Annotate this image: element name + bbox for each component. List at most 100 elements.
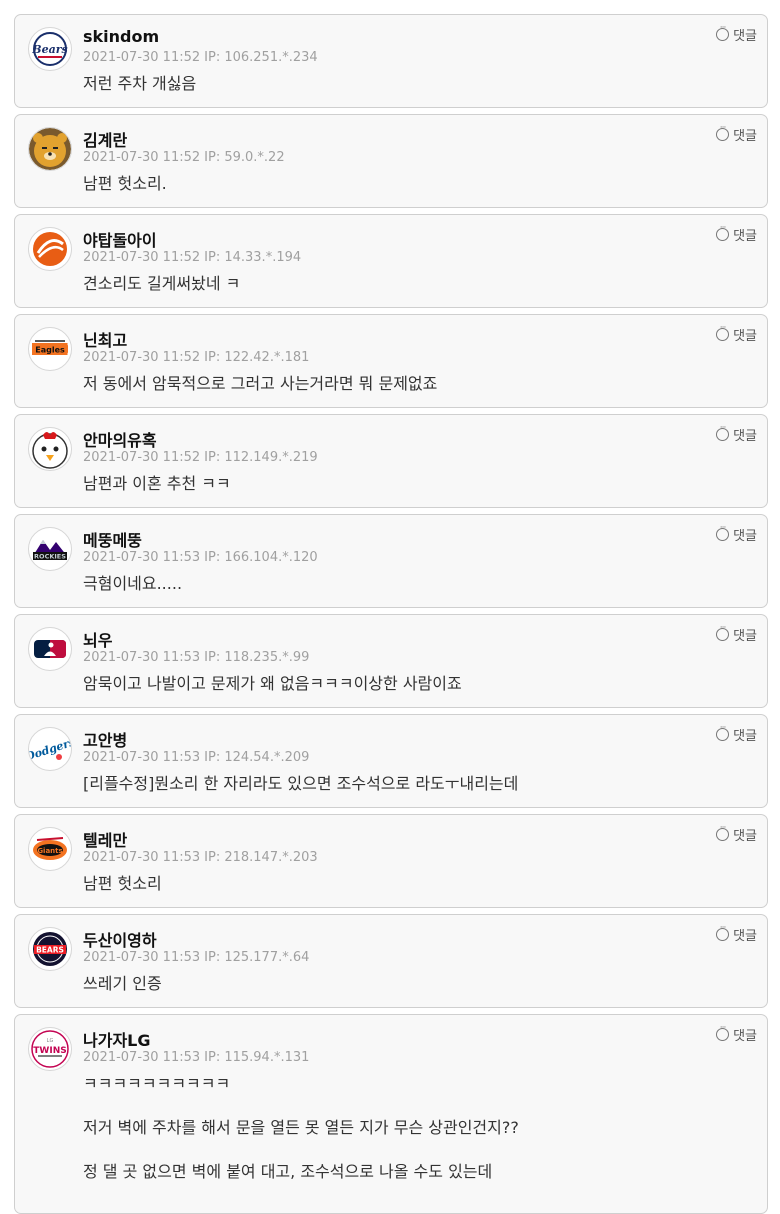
comment-author[interactable]: 안마의유혹 [83, 427, 157, 451]
reply-label: 댓글 [733, 229, 757, 244]
reply-label: 댓글 [733, 29, 757, 44]
comment-author[interactable]: 고안병 [83, 727, 127, 751]
reply-button[interactable]: 댓글 [716, 1023, 757, 1044]
reply-label: 댓글 [733, 429, 757, 444]
speech-bubble-icon [716, 923, 730, 941]
comment-ip: IP: 218.147.*.203 [204, 850, 318, 865]
comment-card: 뇌우 2021-07-30 11:53 IP: 118.235.*.99 암묵이고 나… [14, 614, 768, 708]
comment-card: LG TWINS 나가자LG 2021-07-30 11:53 IP: 115.94.*… [14, 1014, 768, 1214]
svg-text:LG: LG [47, 1038, 54, 1044]
speech-bubble-icon [716, 1023, 730, 1041]
comment-author[interactable]: 두산이영하 [83, 927, 157, 951]
bears-script-icon: Bears [31, 30, 69, 68]
comment-meta: 2021-07-30 11:52 IP: 14.33.*.194 [83, 250, 301, 265]
team-emblem-avatar [28, 427, 72, 471]
reply-button[interactable]: 댓글 [716, 223, 757, 244]
comment-ip: IP: 115.94.*.131 [204, 1050, 310, 1065]
comment-ip: IP: 125.177.*.64 [204, 950, 310, 965]
comment-ip: IP: 122.42.*.181 [204, 350, 310, 365]
reply-label: 댓글 [733, 629, 757, 644]
comment-author[interactable]: skindom [83, 27, 159, 46]
comment-author[interactable]: 텔레만 [83, 827, 127, 851]
comment-date: 2021-07-30 11:53 [83, 750, 201, 765]
comment-ip: IP: 106.251.*.234 [204, 50, 318, 65]
comment-author[interactable]: 닌최고 [83, 327, 127, 351]
reply-label: 댓글 [733, 829, 757, 844]
orange-swirl-icon [33, 232, 67, 266]
comment-meta: 2021-07-30 11:52 IP: 106.251.*.234 [83, 50, 318, 65]
reply-button[interactable]: 댓글 [716, 23, 757, 44]
comment-card: Bears skindom 2021-07-30 11:52 IP: 106.251.… [14, 14, 768, 108]
speech-bubble-icon [716, 823, 730, 841]
comment-ip: IP: 112.149.*.219 [204, 450, 318, 465]
dodgers-icon: Dodgers [29, 735, 71, 764]
comment-card: Eagles 닌최고 2021-07-30 11:52 IP: 122.42.*.18… [14, 314, 768, 408]
reply-button[interactable]: 댓글 [716, 923, 757, 944]
speech-bubble-icon [716, 623, 730, 641]
comment-ip: IP: 166.104.*.120 [204, 550, 318, 565]
rockies-icon: ROCKIES [33, 540, 67, 561]
speech-bubble-icon [716, 723, 730, 741]
reply-button[interactable]: 댓글 [716, 523, 757, 544]
reply-button[interactable]: 댓글 [716, 723, 757, 744]
comment-body: 남편 헛소리 [83, 874, 162, 893]
comment-ip: IP: 124.54.*.209 [204, 750, 310, 765]
reply-label: 댓글 [733, 129, 757, 144]
chicken-face-icon [32, 432, 68, 469]
comment-meta: 2021-07-30 11:53 IP: 124.54.*.209 [83, 750, 309, 765]
speech-bubble-icon [716, 323, 730, 341]
team-emblem-avatar: ROCKIES [28, 527, 72, 571]
comment-body: 쓰레기 인증 [83, 974, 162, 993]
speech-bubble-icon [716, 223, 730, 241]
reply-button[interactable]: 댓글 [716, 123, 757, 144]
team-emblem-avatar: Dodgers [28, 727, 72, 771]
comment-meta: 2021-07-30 11:53 IP: 115.94.*.131 [83, 1050, 309, 1065]
giants-icon: Giants [33, 837, 67, 860]
reply-button[interactable]: 댓글 [716, 323, 757, 344]
reply-label: 댓글 [733, 929, 757, 944]
comment-author[interactable]: 뇌우 [83, 627, 112, 651]
team-emblem-avatar [28, 127, 72, 171]
bear-face-icon [29, 128, 71, 170]
comment-author[interactable]: 야탑돌아이 [83, 227, 157, 251]
comment-card: 야탑돌아이 2021-07-30 11:52 IP: 14.33.*.194 견소리도… [14, 214, 768, 308]
team-emblem-avatar: BEARS [28, 927, 72, 971]
comment-meta: 2021-07-30 11:52 IP: 59.0.*.22 [83, 150, 285, 165]
reply-label: 댓글 [733, 1029, 757, 1044]
comment-body: [리플수정]뭔소리 한 자리라도 있으면 조수석으로 라도ㅜ내리는데 [83, 774, 519, 793]
lg-twins-icon: LG TWINS [31, 1030, 69, 1068]
comment-card: Giants 텔레만 2021-07-30 11:53 IP: 218.147.*.2… [14, 814, 768, 908]
comment-date: 2021-07-30 11:52 [83, 50, 201, 65]
svg-text:Bears: Bears [31, 43, 67, 56]
comment-meta: 2021-07-30 11:52 IP: 122.42.*.181 [83, 350, 309, 365]
reply-button[interactable]: 댓글 [716, 823, 757, 844]
comment-author[interactable]: 메뚱메뚱 [83, 527, 142, 551]
reply-label: 댓글 [733, 329, 757, 344]
comment-body: 견소리도 길게써놨네 ㅋ [83, 274, 241, 293]
reply-button[interactable]: 댓글 [716, 623, 757, 644]
svg-text:Dodgers: Dodgers [29, 735, 71, 764]
comment-card: 안마의유혹 2021-07-30 11:52 IP: 112.149.*.219 남편… [14, 414, 768, 508]
comment-card: 김계란2021-07-30 11:52IP: 59.0.*.22 남편 헛소리. 댓… [14, 114, 768, 208]
comment-date: 2021-07-30 11:52 [83, 250, 201, 265]
team-emblem-avatar: Eagles [28, 327, 72, 371]
comment-body: 저 동에서 암묵적으로 그러고 사는거라면 뭐 문제없죠 [83, 374, 438, 393]
mlb-icon [34, 640, 66, 658]
speech-bubble-icon [716, 423, 730, 441]
comment-date: 2021-07-30 11:53 [83, 650, 201, 665]
team-emblem-avatar: Giants [28, 827, 72, 871]
comment-author[interactable]: 김계란 [83, 127, 127, 151]
team-emblem-avatar: Bears [28, 27, 72, 71]
reply-button[interactable]: 댓글 [716, 423, 757, 444]
comment-date: 2021-07-30 11:53 [83, 950, 201, 965]
comment-author[interactable]: 나가자LG [83, 1027, 151, 1051]
comment-date: 2021-07-30 11:52 [83, 350, 201, 365]
comment-meta: 2021-07-30 11:53 IP: 218.147.*.203 [83, 850, 318, 865]
speech-bubble-icon [716, 23, 730, 41]
comment-card: ROCKIES 메뚱메뚱 2021-07-30 11:53 IP: 166.104.*… [14, 514, 768, 608]
svg-text:BEARS: BEARS [36, 946, 64, 955]
comment-date: 2021-07-30 11:53 [83, 1050, 201, 1065]
comment-body: 암묵이고 나발이고 문제가 왜 없음ㅋㅋㅋ이상한 사람이죠 [83, 674, 462, 693]
comment-meta: 2021-07-30 11:53 IP: 125.177.*.64 [83, 950, 309, 965]
comment-date: 2021-07-30 11:52 [83, 450, 201, 465]
